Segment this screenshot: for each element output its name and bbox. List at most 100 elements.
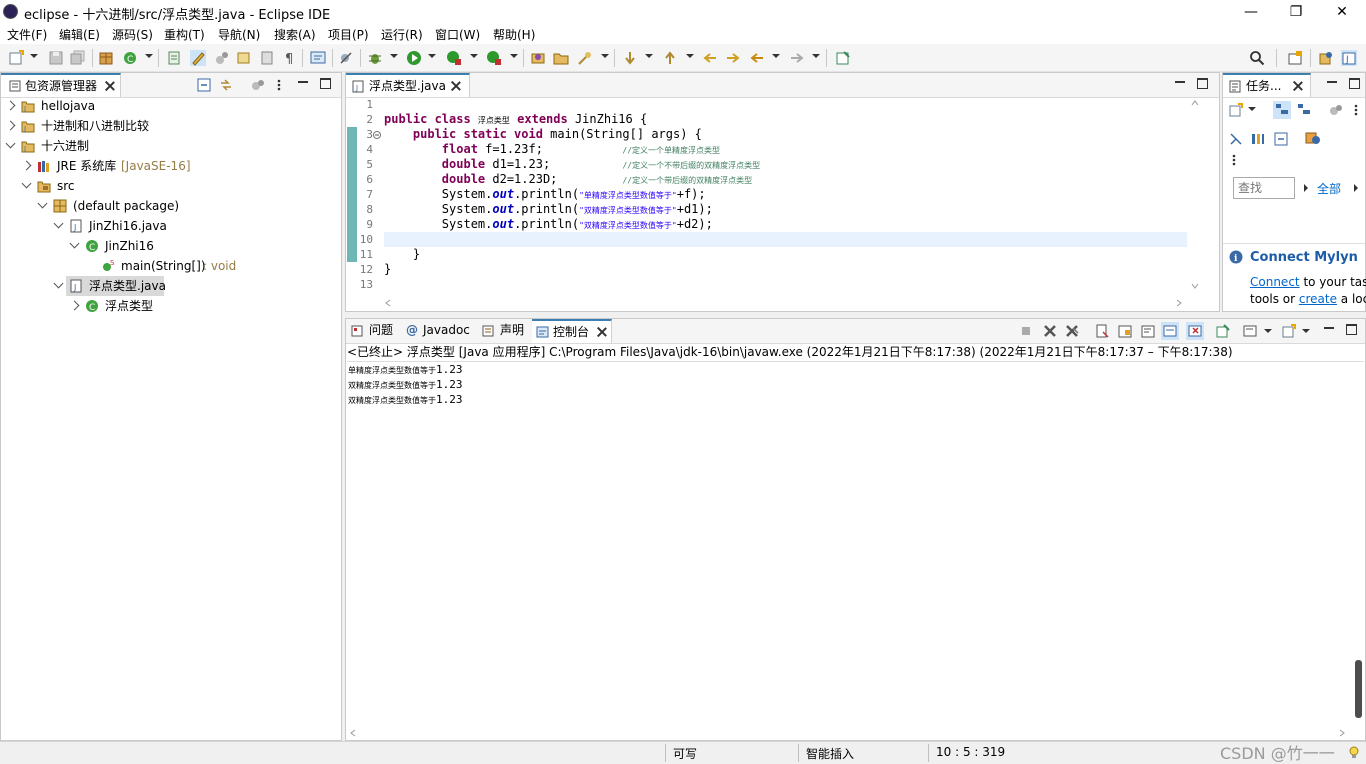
coverage-icon[interactable]: [446, 50, 462, 66]
tab-package-explorer[interactable]: 包资源管理器: [1, 73, 121, 97]
forward-dropdown-icon[interactable]: [812, 54, 820, 58]
save-all-icon[interactable]: [70, 50, 86, 66]
scroll-up-icon[interactable]: [1191, 100, 1199, 106]
tree-item-jinzhi16-class[interactable]: C JinZhi16: [0, 236, 340, 256]
remove-launch-icon[interactable]: [1043, 324, 1057, 338]
minimize-button[interactable]: —: [1228, 0, 1274, 24]
collapse-chevron-icon[interactable]: [53, 278, 64, 289]
restore-button[interactable]: ❐: [1273, 0, 1319, 24]
close-window-button[interactable]: ✕: [1319, 0, 1365, 24]
maximize-view-icon[interactable]: [1346, 324, 1357, 335]
menu-window[interactable]: 窗口(W): [435, 26, 480, 43]
collapse-chevron-icon[interactable]: [5, 138, 16, 149]
search-dropdown-icon[interactable]: [601, 54, 609, 58]
view-menu-icon[interactable]: [1231, 153, 1237, 167]
console-horizontal-scrollbar[interactable]: [347, 726, 1351, 740]
scroll-right-icon[interactable]: [1176, 299, 1182, 307]
show-on-stdout-icon[interactable]: [1161, 322, 1179, 340]
code-line-5[interactable]: double d1=1.23; //定义一个不带后缀的双精度浮点类型: [384, 157, 760, 171]
console-output-line[interactable]: 单精度浮点类型数值等于1.23: [348, 363, 463, 376]
scroll-lock-icon[interactable]: [1118, 324, 1132, 338]
expand-chevron-icon[interactable]: [5, 120, 16, 131]
open-console-icon[interactable]: [1282, 324, 1296, 338]
minimize-view-icon[interactable]: [1327, 81, 1337, 83]
console-output-line[interactable]: 双精度浮点类型数值等于1.23: [348, 393, 463, 406]
create-link[interactable]: create: [1299, 292, 1337, 306]
menu-navigate[interactable]: 导航(N): [218, 26, 260, 43]
tree-item-float-java[interactable]: J 浮点类型.java: [0, 276, 340, 296]
show-on-stderr-icon[interactable]: [1186, 322, 1204, 340]
synchronize-icon[interactable]: [1305, 132, 1321, 146]
menu-refactor[interactable]: 重构(T): [164, 26, 205, 43]
code-line-8[interactable]: System.out.println("双精度浮点类型数值等于"+d1);: [384, 202, 713, 216]
code-line-3[interactable]: public static void main(String[] args) {: [384, 127, 702, 141]
code-line-9[interactable]: System.out.println("双精度浮点类型数值等于"+d2);: [384, 217, 713, 231]
menu-project[interactable]: 项目(P): [328, 26, 369, 43]
hide-completed-icon[interactable]: [1229, 132, 1243, 146]
tab-float-java[interactable]: J 浮点类型.java: [346, 73, 470, 97]
editor-horizontal-scrollbar[interactable]: [382, 296, 1188, 310]
minimize-view-icon[interactable]: [1324, 327, 1334, 329]
console-display-icon[interactable]: [310, 50, 326, 66]
save-icon[interactable]: [48, 50, 64, 66]
word-wrap-icon[interactable]: [1141, 324, 1155, 338]
all-arrow-icon[interactable]: [1353, 183, 1359, 193]
tab-console[interactable]: 控制台: [532, 319, 612, 343]
expand-chevron-icon[interactable]: [69, 300, 80, 311]
prev-dropdown-icon[interactable]: [686, 54, 694, 58]
open-package-icon[interactable]: [530, 50, 546, 66]
next-annotation-icon[interactable]: [236, 50, 252, 66]
open-folder-icon[interactable]: [553, 50, 569, 66]
java-perspective-icon[interactable]: J: [1341, 50, 1357, 66]
view-menu-icon[interactable]: [1353, 103, 1359, 117]
find-arrow-icon[interactable]: [1303, 183, 1309, 193]
minimize-view-icon[interactable]: [1175, 81, 1185, 83]
debug-dropdown-icon[interactable]: [390, 54, 398, 58]
code-line-2[interactable]: public class 浮点类型 extends JinZhi16 {: [384, 112, 647, 126]
menu-source[interactable]: 源码(S): [112, 26, 153, 43]
code-line-12[interactable]: }: [384, 262, 391, 276]
back-arrow-icon[interactable]: [749, 50, 765, 66]
scroll-left-icon[interactable]: [385, 299, 391, 307]
lightbulb-icon[interactable]: [1348, 746, 1360, 760]
run-dropdown-icon[interactable]: [428, 54, 436, 58]
new-task-dropdown-icon[interactable]: [1248, 107, 1256, 111]
prev-annotation-icon[interactable]: [259, 50, 275, 66]
pin-console-icon[interactable]: [1216, 324, 1230, 338]
connect-link[interactable]: Connect: [1250, 275, 1300, 289]
tree-item-default-package[interactable]: (default package): [0, 196, 340, 216]
forward-arrow-icon[interactable]: [789, 50, 805, 66]
next-edit-location-icon[interactable]: [622, 50, 638, 66]
scroll-down-icon[interactable]: [1191, 283, 1199, 289]
collapse-chevron-icon[interactable]: [21, 178, 32, 189]
code-line-7[interactable]: System.out.println("单精度浮点类型数值等于"+f);: [384, 187, 706, 201]
collapse-all-icon[interactable]: [197, 78, 211, 92]
last-edit-location-icon[interactable]: [702, 50, 718, 66]
insert-mode-status[interactable]: 智能插入: [806, 745, 854, 762]
skip-breakpoints-icon[interactable]: [338, 50, 354, 66]
debug-icon[interactable]: [367, 50, 383, 66]
expand-chevron-icon[interactable]: [21, 160, 32, 171]
fold-toggle-icon[interactable]: [373, 131, 381, 139]
link-with-editor-icon[interactable]: [219, 78, 233, 92]
view-menu-icon[interactable]: [275, 78, 283, 92]
editor-vertical-scrollbar[interactable]: [1188, 97, 1202, 295]
menu-run[interactable]: 运行(R): [381, 26, 423, 43]
code-line-6[interactable]: double d2=1.23D; //定义一个带后缀的双精度浮点类型: [384, 172, 752, 186]
new-dropdown-icon[interactable]: [30, 54, 38, 58]
tab-declaration[interactable]: 声明: [478, 319, 530, 343]
new-java-class-icon[interactable]: C: [122, 50, 138, 66]
close-icon[interactable]: [597, 327, 607, 337]
scrollbar-thumb[interactable]: [1355, 660, 1362, 718]
external-tools-icon[interactable]: [486, 50, 502, 66]
tree-item-src[interactable]: src: [0, 176, 340, 196]
next-dropdown-icon[interactable]: [645, 54, 653, 58]
maximize-view-icon[interactable]: [1197, 78, 1208, 89]
scroll-right-icon[interactable]: [1339, 729, 1345, 737]
tab-problems[interactable]: 问题: [346, 319, 400, 343]
external-tools-dropdown-icon[interactable]: [510, 54, 518, 58]
display-console-dropdown-icon[interactable]: [1264, 329, 1272, 333]
console-vertical-scrollbar[interactable]: [1352, 362, 1365, 724]
search-icon[interactable]: [1249, 50, 1265, 66]
pin-editor-icon[interactable]: [835, 50, 851, 66]
